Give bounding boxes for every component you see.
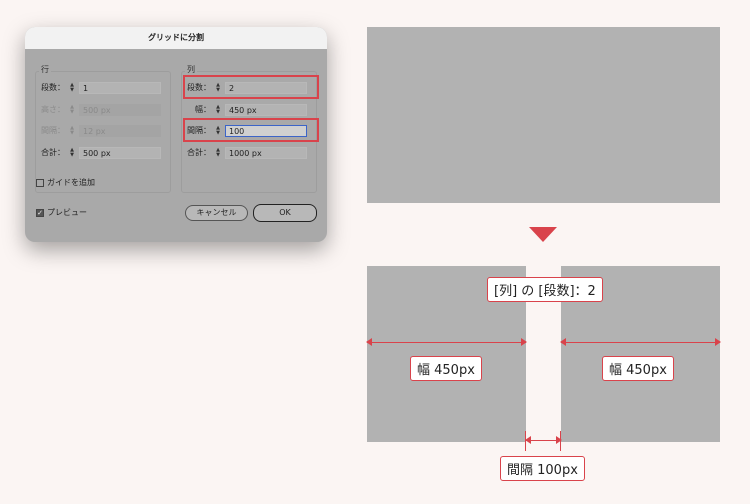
add-guides-label: ガイドを追加 [47,178,95,187]
preview-label: プレビュー [47,208,87,217]
ok-button[interactable]: OK [253,204,317,222]
dialog-title: グリッドに分割 [25,27,327,49]
rows-height-row: 高さ： ▲ ▼ 500 px [31,103,161,116]
rows-total-row: 合計： ▲ ▼ 500 px [31,146,161,159]
rows-gutter-input: 12 px [79,124,161,137]
add-guides-checkbox[interactable] [36,178,44,187]
rows-gutter-stepper-icon: ▲ ▼ [70,124,74,136]
right-width-tag: 幅 450px [602,356,674,381]
columns-total-input[interactable]: 1000 px [225,146,307,159]
add-guides-checkbox-row[interactable]: ガイドを追加 [36,177,95,188]
rows-height-input: 500 px [79,103,161,116]
right-width-measure-arrow [560,338,721,346]
rows-total-stepper-icon[interactable]: ▲ ▼ [67,146,77,159]
columns-width-stepper-icon[interactable]: ▲ ▼ [213,103,223,116]
rows-gutter-label: 間隔： [41,126,65,135]
gutter-tag: 間隔 100px [500,456,585,481]
arrow-down-icon [529,227,557,242]
columns-width-label: 幅： [195,105,211,114]
rows-height-stepper-icon: ▲ ▼ [70,103,74,115]
cancel-button[interactable]: キャンセル [185,205,248,221]
rows-count-input[interactable]: 1 [79,81,161,94]
rows-count-row: 段数： ▲ ▼ 1 [31,81,161,94]
preview-checkbox-check-icon[interactable]: ✓ [36,208,44,217]
columns-total-label: 合計： [187,148,211,157]
left-width-tag: 幅 450px [410,356,482,381]
split-into-grid-dialog: グリッドに分割 行 段数： ▲ ▼ 1 高さ： ▲ ▼ 500 px 間隔： ▲ ▼ … [25,27,327,242]
rows-height-label: 高さ： [41,105,65,114]
columns-total-stepper-icon[interactable]: ▲ ▼ [213,146,223,159]
artboard-before [367,27,720,203]
gutter-measure-arrow [525,436,562,444]
preview-checkbox-row[interactable]: ✓ プレビュー [36,207,87,218]
rows-gutter-row: 間隔： ▲ ▼ 12 px [31,124,161,137]
columns-group-title: 列 [185,64,197,75]
columns-width-input[interactable]: 450 px [225,103,307,116]
rows-total-input[interactable]: 500 px [79,146,161,159]
left-width-measure-arrow [366,338,527,346]
columns-count-tag: [列] の [段数]：2 [487,277,603,302]
columns-total-row: 合計： ▲ ▼ 1000 px [177,146,307,159]
columns-count-highlight [183,75,319,99]
columns-width-row: 幅： ▲ ▼ 450 px [177,103,307,116]
columns-gutter-highlight [183,118,319,142]
rows-group-title: 行 [39,64,51,75]
rows-count-stepper-icon[interactable]: ▲ ▼ [67,81,77,94]
rows-total-label: 合計： [41,148,65,157]
rows-count-label: 段数： [41,83,65,92]
